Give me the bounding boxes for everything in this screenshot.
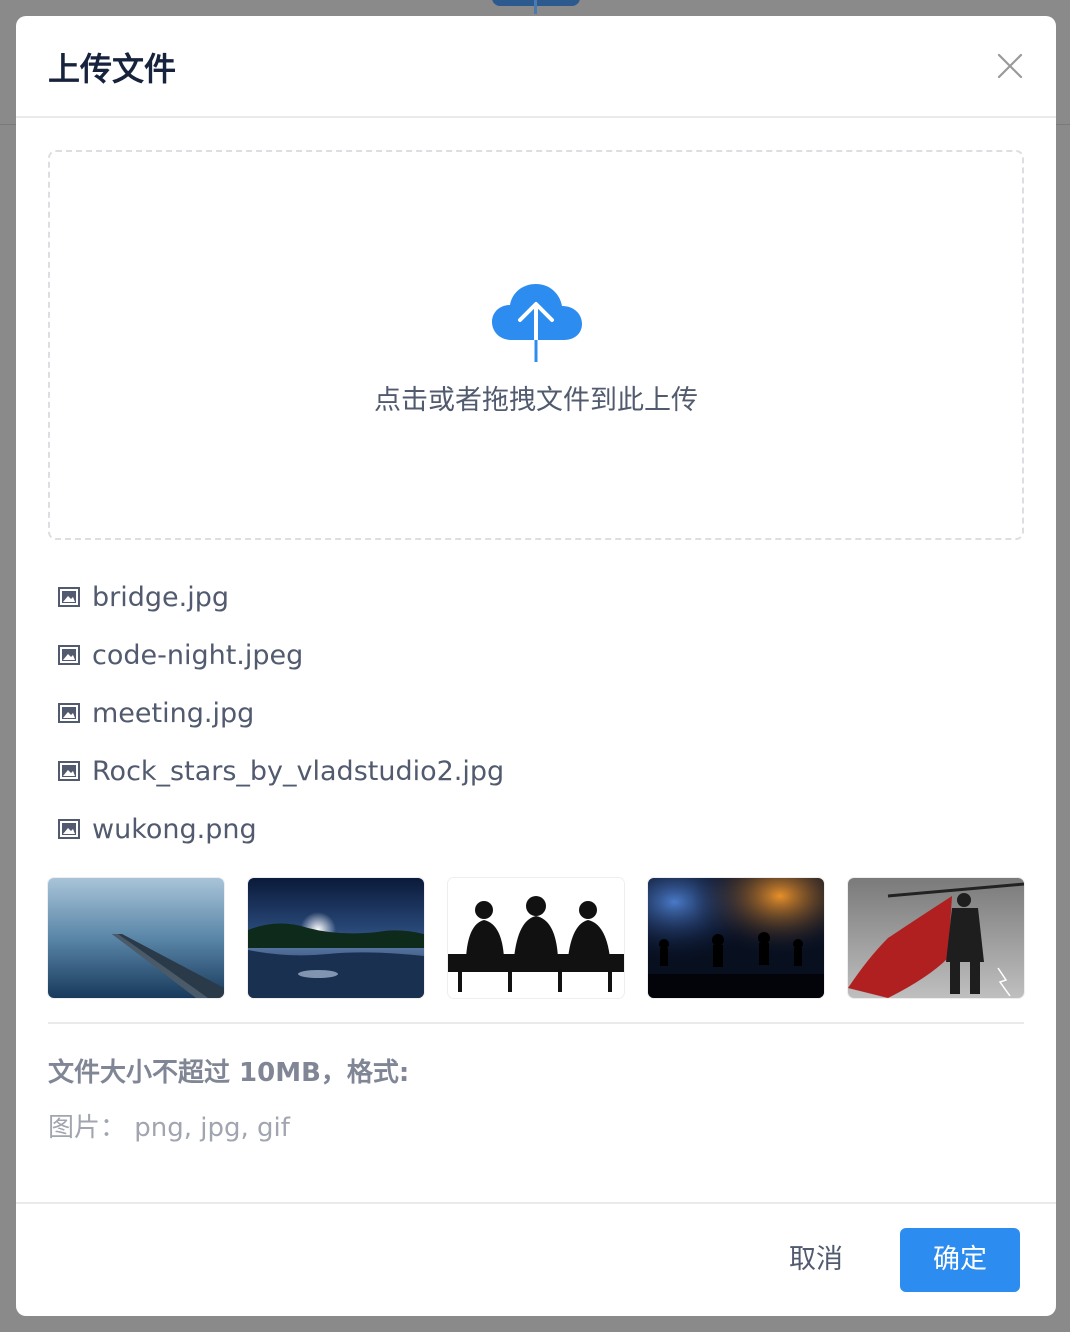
dialog-header: 上传文件 xyxy=(16,16,1056,118)
preview-thumbnail-bridge[interactable] xyxy=(48,878,224,998)
file-name: Rock_stars_by_vladstudio2.jpg xyxy=(92,755,505,787)
background-upload-icon xyxy=(534,0,537,14)
image-file-icon xyxy=(58,645,80,665)
confirm-button[interactable]: 确定 xyxy=(900,1228,1020,1292)
dialog-footer: 取消 确定 xyxy=(16,1202,1056,1316)
list-item[interactable]: bridge.jpg xyxy=(48,568,1024,626)
preview-thumbnail-wukong[interactable] xyxy=(848,878,1024,998)
file-name: bridge.jpg xyxy=(92,581,229,613)
list-item[interactable]: meeting.jpg xyxy=(48,684,1024,742)
cloud-upload-icon xyxy=(490,282,584,364)
image-file-icon xyxy=(58,819,80,839)
list-item[interactable]: wukong.png xyxy=(48,800,1024,858)
upload-constraints-title: 文件大小不超过 10MB，格式: xyxy=(48,1058,410,1088)
file-list: bridge.jpg code-night.jpeg meeting.jpg R… xyxy=(48,568,1024,858)
section-divider xyxy=(48,1022,1024,1024)
dropzone-hint: 点击或者拖拽文件到此上传 xyxy=(374,385,698,416)
dialog-body: 点击或者拖拽文件到此上传 bridge.jpg code-night.jpeg xyxy=(48,150,1024,1144)
dialog-title: 上传文件 xyxy=(48,50,177,88)
preview-thumbnail-rock-stars[interactable] xyxy=(648,878,824,998)
image-file-icon xyxy=(58,703,80,723)
upload-formats: 图片： png, jpg, gif xyxy=(48,1113,290,1143)
image-file-icon xyxy=(58,587,80,607)
image-file-icon xyxy=(58,761,80,781)
preview-thumbnail-meeting[interactable] xyxy=(448,878,624,998)
close-icon[interactable] xyxy=(994,50,1026,82)
preview-gallery xyxy=(48,878,1024,998)
upload-dropzone[interactable]: 点击或者拖拽文件到此上传 xyxy=(48,150,1024,540)
preview-thumbnail-code-night[interactable] xyxy=(248,878,424,998)
file-name: code-night.jpeg xyxy=(92,639,304,671)
file-name: wukong.png xyxy=(92,813,257,845)
file-name: meeting.jpg xyxy=(92,697,255,729)
list-item[interactable]: Rock_stars_by_vladstudio2.jpg xyxy=(48,742,1024,800)
upload-dialog: 上传文件 点击或者拖拽文件到此上传 bridge.jpg code-night.… xyxy=(16,16,1056,1316)
list-item[interactable]: code-night.jpeg xyxy=(48,626,1024,684)
cancel-button[interactable]: 取消 xyxy=(766,1228,866,1292)
